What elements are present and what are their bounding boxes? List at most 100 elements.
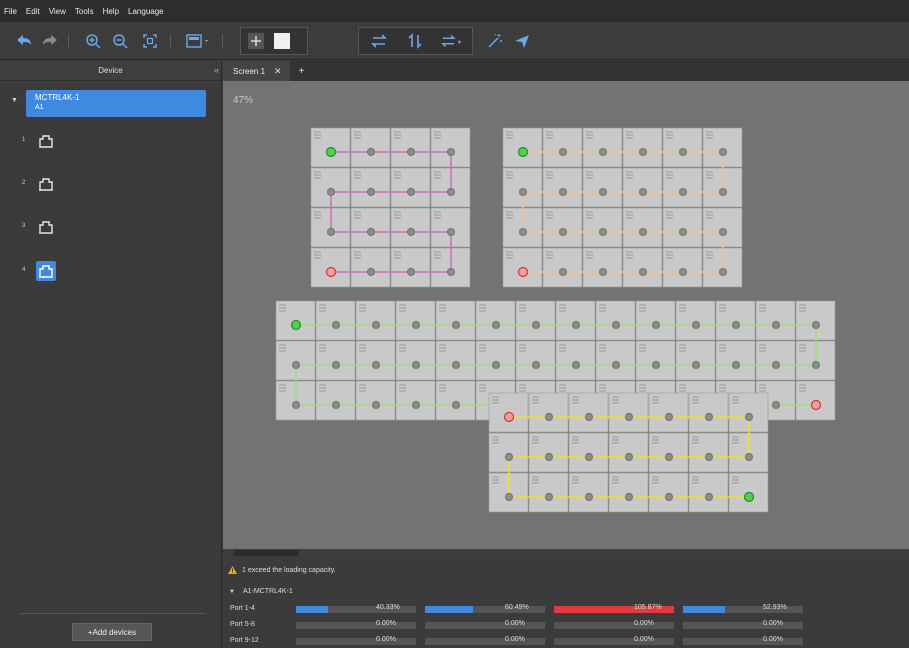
zoom-in-icon[interactable] bbox=[83, 31, 103, 51]
cabinet[interactable] bbox=[350, 247, 391, 288]
cabinet[interactable] bbox=[582, 167, 623, 208]
cabinet[interactable] bbox=[568, 392, 609, 433]
tab-screen-1[interactable]: Screen 1 ✕ bbox=[223, 61, 290, 81]
cabinet[interactable] bbox=[390, 207, 431, 248]
zoom-out-icon[interactable] bbox=[110, 31, 130, 51]
port-item-3[interactable]: 3 bbox=[22, 216, 72, 238]
port-item-4[interactable]: 4 bbox=[22, 260, 72, 282]
cabinet[interactable] bbox=[648, 392, 689, 433]
cabinet[interactable] bbox=[568, 472, 609, 513]
cabinet[interactable] bbox=[662, 247, 703, 288]
cabinet[interactable] bbox=[350, 167, 391, 208]
send-icon[interactable] bbox=[512, 31, 532, 51]
add-icon[interactable] bbox=[246, 31, 266, 51]
cabinet[interactable] bbox=[528, 472, 569, 513]
white-square-icon[interactable] bbox=[272, 31, 292, 51]
cabinet[interactable] bbox=[715, 340, 756, 381]
cabinet[interactable] bbox=[608, 472, 649, 513]
port-1-cabinets[interactable] bbox=[310, 127, 471, 288]
cabinet[interactable] bbox=[435, 380, 476, 421]
cabinet[interactable] bbox=[395, 300, 436, 341]
cabinet[interactable] bbox=[435, 300, 476, 341]
cabinet[interactable] bbox=[608, 432, 649, 473]
cabinet[interactable] bbox=[542, 127, 583, 168]
menu-help[interactable]: Help bbox=[103, 7, 119, 16]
screen-canvas[interactable]: 47% bbox=[223, 81, 909, 549]
close-icon[interactable]: ✕ bbox=[274, 66, 282, 77]
cabinet[interactable] bbox=[390, 127, 431, 168]
scrollbar-thumb[interactable] bbox=[233, 550, 299, 556]
cabinet[interactable] bbox=[688, 392, 729, 433]
cabinet[interactable] bbox=[542, 207, 583, 248]
add-tab-icon[interactable]: + bbox=[299, 66, 305, 77]
cabinet[interactable] bbox=[608, 392, 649, 433]
add-devices-button[interactable]: +Add devices bbox=[72, 623, 152, 641]
cabinet[interactable] bbox=[515, 300, 556, 341]
cabinet[interactable] bbox=[355, 340, 396, 381]
cabinet[interactable] bbox=[395, 380, 436, 421]
cabinet[interactable] bbox=[662, 167, 703, 208]
swap-icon[interactable] bbox=[440, 31, 466, 51]
cabinet[interactable] bbox=[595, 300, 636, 341]
cabinet[interactable] bbox=[350, 127, 391, 168]
cabinet[interactable] bbox=[662, 207, 703, 248]
cabinet[interactable] bbox=[542, 247, 583, 288]
menu-tools[interactable]: Tools bbox=[75, 7, 94, 16]
cabinet[interactable] bbox=[622, 167, 663, 208]
cabinet[interactable] bbox=[315, 380, 356, 421]
cabinet[interactable] bbox=[688, 432, 729, 473]
cabinet[interactable] bbox=[390, 247, 431, 288]
cabinet[interactable] bbox=[355, 300, 396, 341]
controller-load-header[interactable]: ▼ A1-MCTRL4K-1 bbox=[229, 588, 293, 595]
cabinet[interactable] bbox=[475, 300, 516, 341]
port-2-cabinets[interactable] bbox=[502, 127, 743, 288]
horizontal-scrollbar[interactable] bbox=[223, 549, 909, 557]
swap-h-icon[interactable] bbox=[369, 31, 389, 51]
cabinet[interactable] bbox=[675, 340, 716, 381]
cabinet[interactable] bbox=[622, 207, 663, 248]
caret-down-icon[interactable]: ▼ bbox=[11, 97, 18, 104]
port-item-2[interactable]: 2 bbox=[22, 173, 72, 195]
menu-edit[interactable]: Edit bbox=[26, 7, 40, 16]
cabinet[interactable] bbox=[675, 300, 716, 341]
cabinet[interactable] bbox=[582, 127, 623, 168]
cabinet[interactable] bbox=[595, 340, 636, 381]
cabinet[interactable] bbox=[350, 207, 391, 248]
cabinet[interactable] bbox=[515, 340, 556, 381]
menu-file[interactable]: File bbox=[4, 7, 17, 16]
magic-icon[interactable] bbox=[485, 31, 505, 51]
port-4-cabinets[interactable] bbox=[488, 392, 769, 513]
swap-v-icon[interactable] bbox=[405, 31, 425, 51]
cabinet[interactable] bbox=[662, 127, 703, 168]
cabinet[interactable] bbox=[355, 380, 396, 421]
cabinet[interactable] bbox=[755, 340, 796, 381]
cabinet[interactable] bbox=[475, 340, 516, 381]
cabinet[interactable] bbox=[582, 247, 623, 288]
port-item-1[interactable]: 1 bbox=[22, 130, 72, 152]
menu-view[interactable]: View bbox=[49, 7, 66, 16]
redo-icon[interactable] bbox=[40, 31, 60, 51]
cabinet[interactable] bbox=[622, 127, 663, 168]
cabinet[interactable] bbox=[688, 472, 729, 513]
cabinet[interactable] bbox=[622, 247, 663, 288]
cabinet[interactable] bbox=[555, 340, 596, 381]
cabinet[interactable] bbox=[755, 300, 796, 341]
cabinet[interactable] bbox=[435, 340, 476, 381]
menu-language[interactable]: Language bbox=[128, 7, 164, 16]
controller-item[interactable]: MCTRL4K-1 A1 bbox=[26, 90, 206, 117]
cabinet[interactable] bbox=[542, 167, 583, 208]
collapse-icon[interactable]: « bbox=[214, 65, 219, 75]
cabinet[interactable] bbox=[648, 472, 689, 513]
cabinet[interactable] bbox=[315, 300, 356, 341]
cabinet[interactable] bbox=[315, 340, 356, 381]
cabinet[interactable] bbox=[648, 432, 689, 473]
cabinet[interactable] bbox=[395, 340, 436, 381]
layout-icon[interactable] bbox=[184, 31, 212, 51]
undo-icon[interactable] bbox=[14, 31, 34, 51]
cabinet[interactable] bbox=[390, 167, 431, 208]
cabinet[interactable] bbox=[635, 300, 676, 341]
cabinet[interactable] bbox=[528, 432, 569, 473]
cabinet[interactable] bbox=[528, 392, 569, 433]
cabinet[interactable] bbox=[715, 300, 756, 341]
cabinet[interactable] bbox=[635, 340, 676, 381]
